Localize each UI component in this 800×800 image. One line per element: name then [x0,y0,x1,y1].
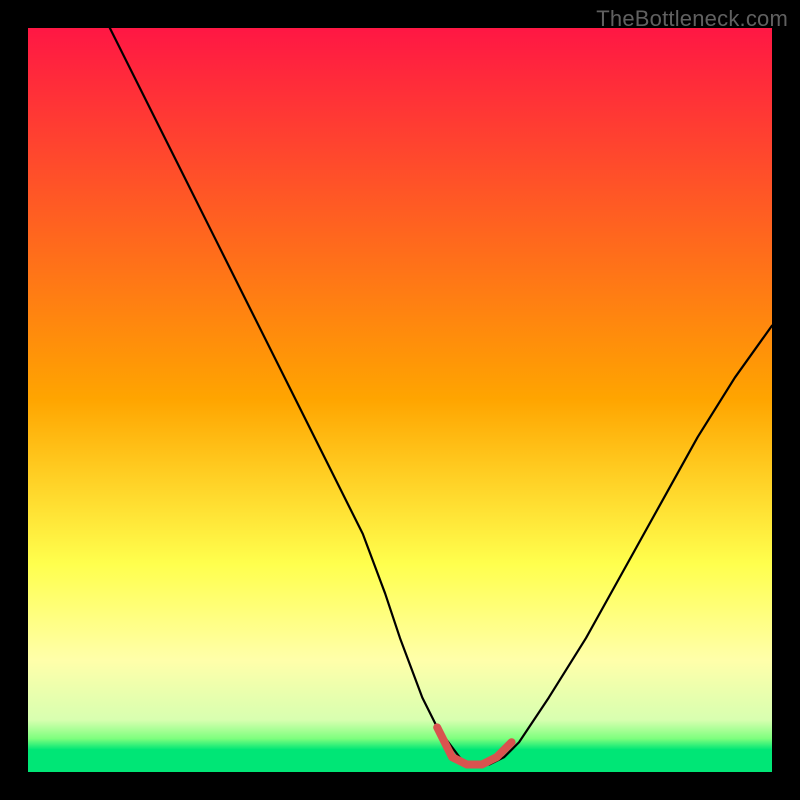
optimal-band [437,727,511,764]
chart-frame: TheBottleneck.com [0,0,800,800]
plot-area [28,28,772,772]
watermark-text: TheBottleneck.com [596,6,788,32]
bottleneck-curve [110,28,772,765]
curve-overlay [28,28,772,772]
